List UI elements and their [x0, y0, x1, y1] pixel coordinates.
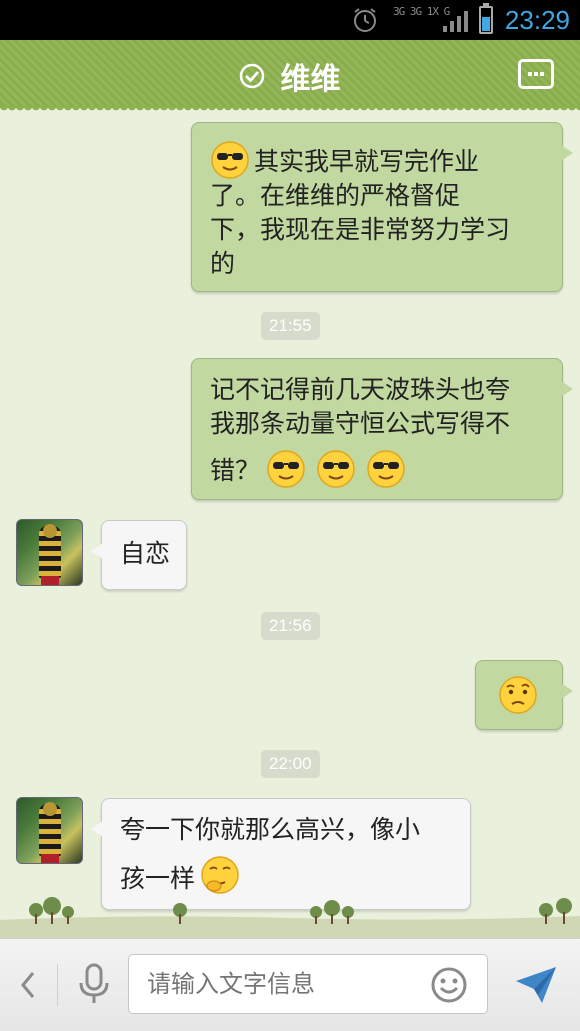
- message-text-line: 其实我早就写完作业: [254, 147, 480, 176]
- cool-sunglasses-emoji-icon: [267, 450, 305, 488]
- message-input-bar: [0, 938, 580, 1031]
- outgoing-message[interactable]: 记不记得前几天波珠头也夸 我那条动量守恒公式写得不 错？: [191, 358, 573, 500]
- incoming-message[interactable]: 自恋: [91, 520, 187, 590]
- contact-avatar[interactable]: [16, 519, 83, 586]
- more-button[interactable]: [518, 59, 554, 89]
- chevron-left-icon[interactable]: [18, 969, 38, 1001]
- microphone-icon[interactable]: [76, 962, 112, 1006]
- more-icon: [528, 72, 532, 76]
- message-text-line: 的: [210, 249, 236, 278]
- chat-message-list[interactable]: 其实我早就写完作业 了。在维维的严格督促 下，我现在是非常努力学习 的 21:5…: [0, 108, 580, 938]
- cool-sunglasses-emoji-icon: [367, 450, 405, 488]
- message-timestamp: 21:56: [261, 612, 320, 640]
- signal-strength-icon: [443, 11, 468, 32]
- cool-sunglasses-emoji-icon: [211, 141, 249, 179]
- message-timestamp: 22:00: [261, 750, 320, 778]
- message-text-line: 我那条动量守恒公式写得不: [210, 409, 511, 438]
- outgoing-message[interactable]: [475, 660, 573, 730]
- contact-avatar[interactable]: [16, 797, 83, 864]
- message-text-line: 夸一下你就那么高兴，像小: [120, 815, 421, 844]
- alarm-clock-icon: [354, 8, 376, 32]
- thinking-emoji-icon: [201, 856, 239, 894]
- incoming-message[interactable]: 夸一下你就那么高兴，像小 孩一样: [91, 798, 471, 910]
- message-text-line: 记不记得前几天波珠头也夸: [210, 375, 511, 404]
- message-timestamp: 21:55: [261, 312, 320, 340]
- confused-emoji-icon: [499, 676, 537, 714]
- divider: [57, 964, 58, 1006]
- message-text-line: 了。在维维的严格督促: [210, 181, 461, 210]
- message-text-line: 错？: [210, 456, 261, 485]
- status-bar: 3G 3G 1X G 23:29: [0, 0, 580, 40]
- message-text-line: 下，我现在是非常努力学习: [210, 215, 511, 244]
- send-icon[interactable]: [514, 965, 558, 1005]
- message-text: 自恋: [120, 539, 171, 568]
- check-circle-icon: [240, 63, 265, 89]
- cool-sunglasses-emoji-icon: [317, 450, 355, 488]
- outgoing-message[interactable]: 其实我早就写完作业 了。在维维的严格督促 下，我现在是非常努力学习 的: [191, 122, 573, 292]
- message-text-line: 孩一样: [120, 864, 196, 893]
- chat-header: 维维: [0, 40, 580, 114]
- smiley-icon[interactable]: [430, 966, 468, 1004]
- network-type-label: 3G 3G 1X G: [393, 5, 450, 18]
- contact-name-title: 维维: [280, 62, 341, 97]
- battery-icon: [479, 3, 493, 34]
- status-clock: 23:29: [504, 5, 570, 35]
